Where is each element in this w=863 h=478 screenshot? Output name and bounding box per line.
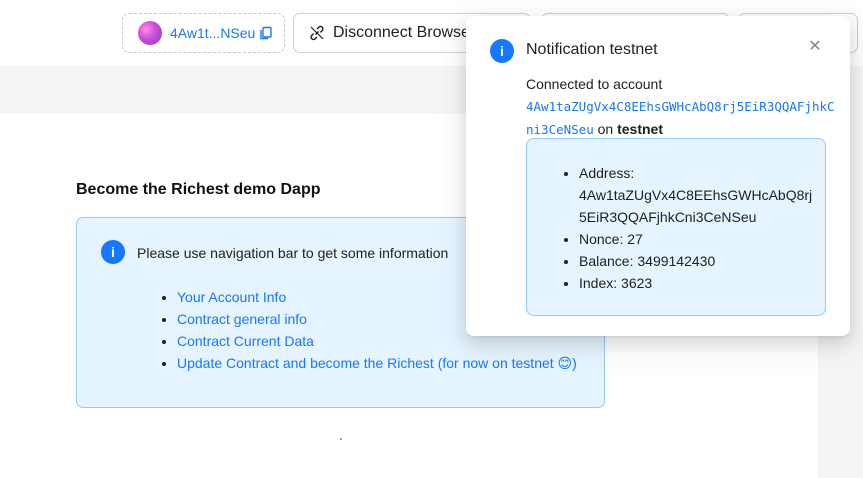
account-pill[interactable]: 4Aw1t...NSeu (122, 13, 285, 53)
unlink-icon (310, 25, 324, 41)
network-name: testnet (617, 121, 663, 137)
notification-popup: i Notification testnet ✕ Connected to ac… (466, 16, 850, 336)
link-contract-current-data[interactable]: Contract Current Data (177, 333, 314, 349)
nonce-item: Nonce: 27 (579, 228, 819, 250)
close-icon[interactable]: ✕ (808, 39, 822, 55)
index-item: Index: 3623 (579, 272, 819, 294)
balance-item: Balance: 3499142430 (579, 250, 819, 272)
account-short: 4Aw1t...NSeu (170, 25, 256, 41)
link-account-info[interactable]: Your Account Info (177, 289, 286, 305)
on-label: on (597, 121, 614, 137)
page-title: Become the Richest demo Dapp (76, 181, 321, 198)
list-item: Update Contract and become the Richest (… (177, 354, 577, 376)
divider-dot (340, 438, 342, 440)
address-label: Address: (579, 165, 635, 181)
info-message: Please use navigation bar to get some in… (137, 245, 449, 261)
avatar (138, 21, 162, 45)
notification-title: Notification testnet (526, 41, 658, 58)
notification-body: Connected to account 4Aw1taZUgVx4C8EEhsG… (526, 73, 836, 141)
connected-label: Connected to account (526, 76, 663, 92)
link-update-contract[interactable]: Update Contract and become the Richest (… (177, 355, 577, 371)
info-icon: i (490, 39, 514, 63)
info-icon: i (101, 240, 125, 264)
account-details-list: Address: 4Aw1taZUgVx4C8EEhsGWHcAbQ8rj5Ei… (579, 162, 819, 294)
link-contract-general-info[interactable]: Contract general info (177, 311, 307, 327)
copy-icon[interactable] (259, 26, 273, 40)
list-item: Address: 4Aw1taZUgVx4C8EEhsGWHcAbQ8rj5Ei… (579, 162, 819, 228)
address-value: 4Aw1taZUgVx4C8EEhsGWHcAbQ8rj5EiR3QQAFjhk… (579, 187, 813, 225)
account-details-box: Address: 4Aw1taZUgVx4C8EEhsGWHcAbQ8rj5Ei… (526, 138, 826, 316)
account-address: 4Aw1taZUgVx4C8EEhsGWHcAbQ8rj5EiR3QQAFjhk… (526, 99, 835, 137)
app-root: 4Aw1t...NSeu Disconnect Browser Wallet B… (0, 0, 863, 478)
